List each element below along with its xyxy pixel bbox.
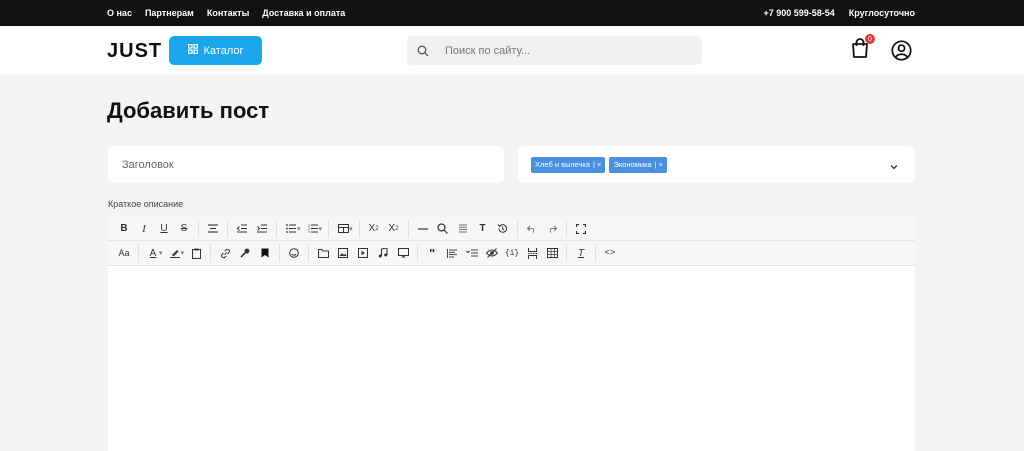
chevron-down-icon[interactable]: ▾ xyxy=(181,249,185,257)
quote-icon[interactable]: " xyxy=(422,242,442,264)
image-icon[interactable] xyxy=(333,242,353,264)
top-link-delivery[interactable]: Доставка и оплата xyxy=(262,8,345,18)
code-braces-icon[interactable]: {i} xyxy=(502,242,522,264)
rich-text-editor: B I U S ▾ 123 ▾ ▾ X2 X2 T Aa A ▾ ▾ " {i}… xyxy=(108,217,915,451)
toolbar-divider xyxy=(595,244,597,262)
outdent-icon[interactable] xyxy=(232,218,252,240)
toolbar-divider xyxy=(358,219,360,238)
subscript-icon[interactable]: X2 xyxy=(364,218,384,240)
chevron-down-icon[interactable] xyxy=(889,159,899,170)
bookmark-icon[interactable] xyxy=(255,242,275,264)
video-icon[interactable] xyxy=(353,242,373,264)
site-header: JUST Каталог 0 xyxy=(0,26,1024,75)
logo[interactable]: JUST xyxy=(107,40,162,63)
top-link-about[interactable]: О нас xyxy=(107,8,132,18)
strikethrough-icon[interactable]: S xyxy=(174,218,194,240)
description-label: Краткое описание xyxy=(108,199,184,209)
catalog-label: Каталог xyxy=(203,44,244,57)
svg-text:3: 3 xyxy=(308,231,310,234)
toolbar-divider xyxy=(198,219,199,238)
tag-chip: Хлеб и выпечка | × xyxy=(531,156,606,173)
folder-icon[interactable] xyxy=(313,242,333,264)
source-code-icon[interactable]: <> xyxy=(600,242,620,264)
toolbar-divider xyxy=(417,244,419,262)
search-input[interactable] xyxy=(445,44,685,57)
template-icon[interactable] xyxy=(542,242,562,264)
audio-icon[interactable] xyxy=(373,242,393,264)
tag-label: Хлеб и выпечка xyxy=(535,160,591,169)
bold-icon[interactable]: B xyxy=(114,218,134,240)
toolbar-divider xyxy=(565,219,567,238)
shopping-bag-icon xyxy=(850,38,870,63)
toolbar-divider xyxy=(308,244,310,262)
editor-toolbar: B I U S ▾ 123 ▾ ▾ X2 X2 T Aa A ▾ ▾ " {i}… xyxy=(108,217,915,266)
search-box xyxy=(407,36,702,65)
italic-icon[interactable]: I xyxy=(134,218,154,240)
top-link-partners[interactable]: Партнерам xyxy=(145,8,194,18)
tag-remove-icon[interactable]: | × xyxy=(593,160,601,169)
superscript-icon[interactable]: X2 xyxy=(384,218,404,240)
top-bar: О нас Партнерам Контакты Доставка и опла… xyxy=(0,0,1024,26)
clear-format-icon[interactable]: T xyxy=(571,242,591,264)
find-icon[interactable] xyxy=(433,218,453,240)
chevron-down-icon[interactable]: ▾ xyxy=(349,225,353,233)
tag-remove-icon[interactable]: | × xyxy=(655,160,663,169)
toolbar-divider xyxy=(276,219,277,238)
post-title-input[interactable] xyxy=(108,146,504,183)
catalog-button[interactable]: Каталог xyxy=(169,36,262,65)
working-hours: Круглосуточно xyxy=(848,8,915,18)
toolbar-divider xyxy=(566,244,568,262)
page-title: Добавить пост xyxy=(107,98,270,123)
toolbar-divider xyxy=(210,244,212,262)
toolbar-divider xyxy=(407,219,409,238)
list-style-icon[interactable] xyxy=(462,242,482,264)
cart-button[interactable]: 0 xyxy=(850,34,875,63)
category-select[interactable]: Хлеб и выпечка | × Экономика | × xyxy=(518,146,915,183)
cart-count-badge: 0 xyxy=(865,34,875,44)
toolbar-divider xyxy=(516,219,518,238)
link-icon[interactable] xyxy=(215,242,235,264)
toolbar-row-2: Aa A ▾ ▾ " {i} T <> xyxy=(108,241,915,265)
user-icon xyxy=(891,40,912,65)
chevron-down-icon[interactable]: ▾ xyxy=(297,225,301,233)
indent-icon[interactable] xyxy=(252,218,272,240)
history-icon[interactable] xyxy=(493,218,513,240)
editor-content-area[interactable] xyxy=(108,266,915,451)
tag-chip: Экономика | × xyxy=(609,156,668,173)
emoji-icon[interactable] xyxy=(284,242,304,264)
embed-icon[interactable] xyxy=(393,242,413,264)
undo-icon[interactable] xyxy=(522,218,542,240)
search-icon[interactable] xyxy=(416,44,430,58)
tools-icon[interactable] xyxy=(235,242,255,264)
underline-icon[interactable]: U xyxy=(154,218,174,240)
phone-number[interactable]: +7 900 599-58-54 xyxy=(763,8,834,18)
top-nav: О нас Партнерам Контакты Доставка и опла… xyxy=(107,0,345,26)
toolbar-divider xyxy=(328,219,330,238)
format-text-icon[interactable]: T xyxy=(473,218,493,240)
chevron-down-icon[interactable]: ▾ xyxy=(159,249,163,257)
toolbar-row-1: B I U S ▾ 123 ▾ ▾ X2 X2 T xyxy=(108,217,915,241)
grid-icon xyxy=(187,44,198,57)
tag-label: Экономика xyxy=(613,160,652,169)
redo-icon[interactable] xyxy=(542,218,562,240)
toolbar-divider xyxy=(138,244,139,262)
user-account-button[interactable] xyxy=(891,40,912,61)
align-center-icon[interactable] xyxy=(203,218,223,240)
font-size-icon[interactable]: Aa xyxy=(114,242,134,264)
horizontal-rule-icon[interactable] xyxy=(413,218,433,240)
hide-icon[interactable] xyxy=(482,242,502,264)
chevron-down-icon[interactable]: ▾ xyxy=(319,225,323,233)
paste-icon[interactable] xyxy=(186,242,206,264)
paragraph-icon[interactable] xyxy=(442,242,462,264)
fullscreen-icon[interactable] xyxy=(571,218,591,240)
select-all-icon[interactable] xyxy=(453,218,473,240)
toolbar-divider xyxy=(227,219,228,238)
page-break-icon[interactable] xyxy=(522,242,542,264)
post-title-field xyxy=(108,146,504,183)
top-link-contacts[interactable]: Контакты xyxy=(207,8,249,18)
toolbar-divider xyxy=(279,244,281,262)
